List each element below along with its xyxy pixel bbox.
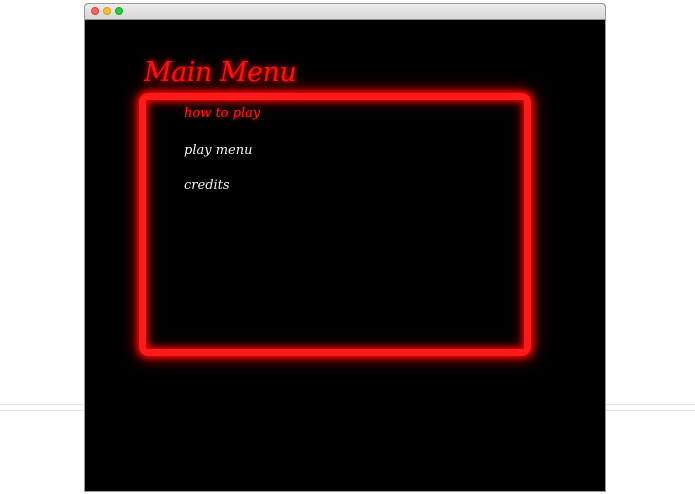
menu-item-how-to-play[interactable]: how to play xyxy=(184,106,260,121)
minimize-window-icon[interactable] xyxy=(103,7,111,15)
game-canvas: Main Menu how to play play menu credits xyxy=(85,20,605,491)
close-window-icon[interactable] xyxy=(91,7,99,15)
menu-item-credits[interactable]: credits xyxy=(184,178,230,193)
zoom-window-icon[interactable] xyxy=(115,7,123,15)
menu-title: Main Menu xyxy=(144,57,297,88)
neon-menu-frame xyxy=(139,93,531,356)
title-bar[interactable] xyxy=(85,4,605,20)
menu-item-play-menu[interactable]: play menu xyxy=(184,143,252,158)
screen: Main Menu how to play play menu credits xyxy=(0,0,695,494)
app-window: Main Menu how to play play menu credits xyxy=(84,3,606,492)
